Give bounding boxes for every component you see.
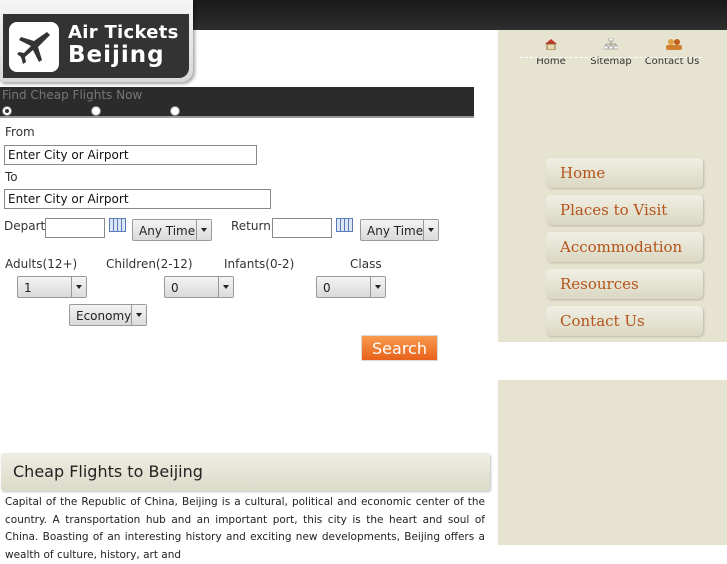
chevron-down-icon — [370, 277, 385, 297]
return-label: Return: — [231, 219, 275, 233]
chevron-down-icon — [131, 305, 146, 325]
return-date-input[interactable] — [272, 218, 332, 238]
trip-type-radio-1[interactable] — [2, 106, 12, 116]
logo-title-line2: Beijing — [68, 42, 165, 68]
chevron-down-icon — [218, 277, 233, 297]
to-input[interactable] — [4, 189, 271, 209]
menu-contact-us[interactable]: Contact Us — [546, 306, 703, 336]
return-time-value: Any Time — [367, 224, 424, 238]
to-label: To — [5, 170, 18, 184]
children-label: Children(2-12) — [106, 257, 193, 271]
class-select[interactable]: Economy — [69, 304, 147, 326]
airplane-icon — [9, 22, 59, 72]
infants-value: 0 — [323, 281, 331, 295]
adults-select[interactable]: 1 — [17, 276, 87, 298]
adults-label: Adults(12+) — [5, 257, 78, 271]
trip-type-radio-2[interactable] — [91, 106, 101, 116]
home-icon — [544, 38, 558, 51]
infants-select[interactable]: 0 — [316, 276, 386, 298]
chevron-down-icon — [196, 220, 211, 240]
section-title: Cheap Flights to Beijing — [1, 453, 490, 491]
menu-resources[interactable]: Resources — [546, 269, 703, 299]
from-input[interactable] — [4, 145, 257, 165]
sitemap-icon — [603, 37, 619, 50]
class-value: Economy — [76, 309, 132, 323]
chevron-down-icon — [71, 277, 86, 297]
depart-label: Depart: — [4, 219, 50, 233]
chevron-down-icon — [423, 220, 438, 240]
toplink-sitemap[interactable]: Sitemap — [588, 37, 634, 67]
contact-icon — [665, 38, 682, 50]
from-label: From — [5, 125, 35, 139]
divider — [520, 57, 702, 58]
search-button[interactable]: Search — [361, 335, 438, 361]
menu-places-to-visit[interactable]: Places to Visit — [546, 195, 703, 225]
toplink-home[interactable]: Home — [528, 38, 574, 67]
calendar-icon[interactable] — [336, 218, 353, 232]
depart-time-value: Any Time — [139, 224, 196, 238]
adults-value: 1 — [24, 281, 32, 295]
menu-accommodation[interactable]: Accommodation — [546, 232, 703, 262]
section-body-text: Capital of the Republic of China, Beijin… — [5, 496, 485, 561]
depart-date-input[interactable] — [45, 218, 105, 238]
return-time-select[interactable]: Any Time — [360, 219, 439, 241]
infants-label: Infants(0-2) — [224, 257, 295, 271]
class-label: Class — [350, 257, 382, 271]
flight-search-title: Find Cheap Flights Now — [2, 88, 143, 102]
children-select[interactable]: 0 — [164, 276, 234, 298]
sidebar-panel-lower — [498, 380, 727, 545]
logo-title-line1: Air Tickets — [68, 22, 179, 43]
trip-type-radio-3[interactable] — [170, 106, 180, 116]
menu-home[interactable]: Home — [546, 158, 703, 188]
children-value: 0 — [171, 281, 179, 295]
calendar-icon[interactable] — [109, 218, 126, 232]
depart-time-select[interactable]: Any Time — [132, 219, 212, 241]
toplink-contact[interactable]: Contact Us — [644, 38, 700, 67]
top-links: Home Sitemap Contact Us — [520, 37, 702, 76]
